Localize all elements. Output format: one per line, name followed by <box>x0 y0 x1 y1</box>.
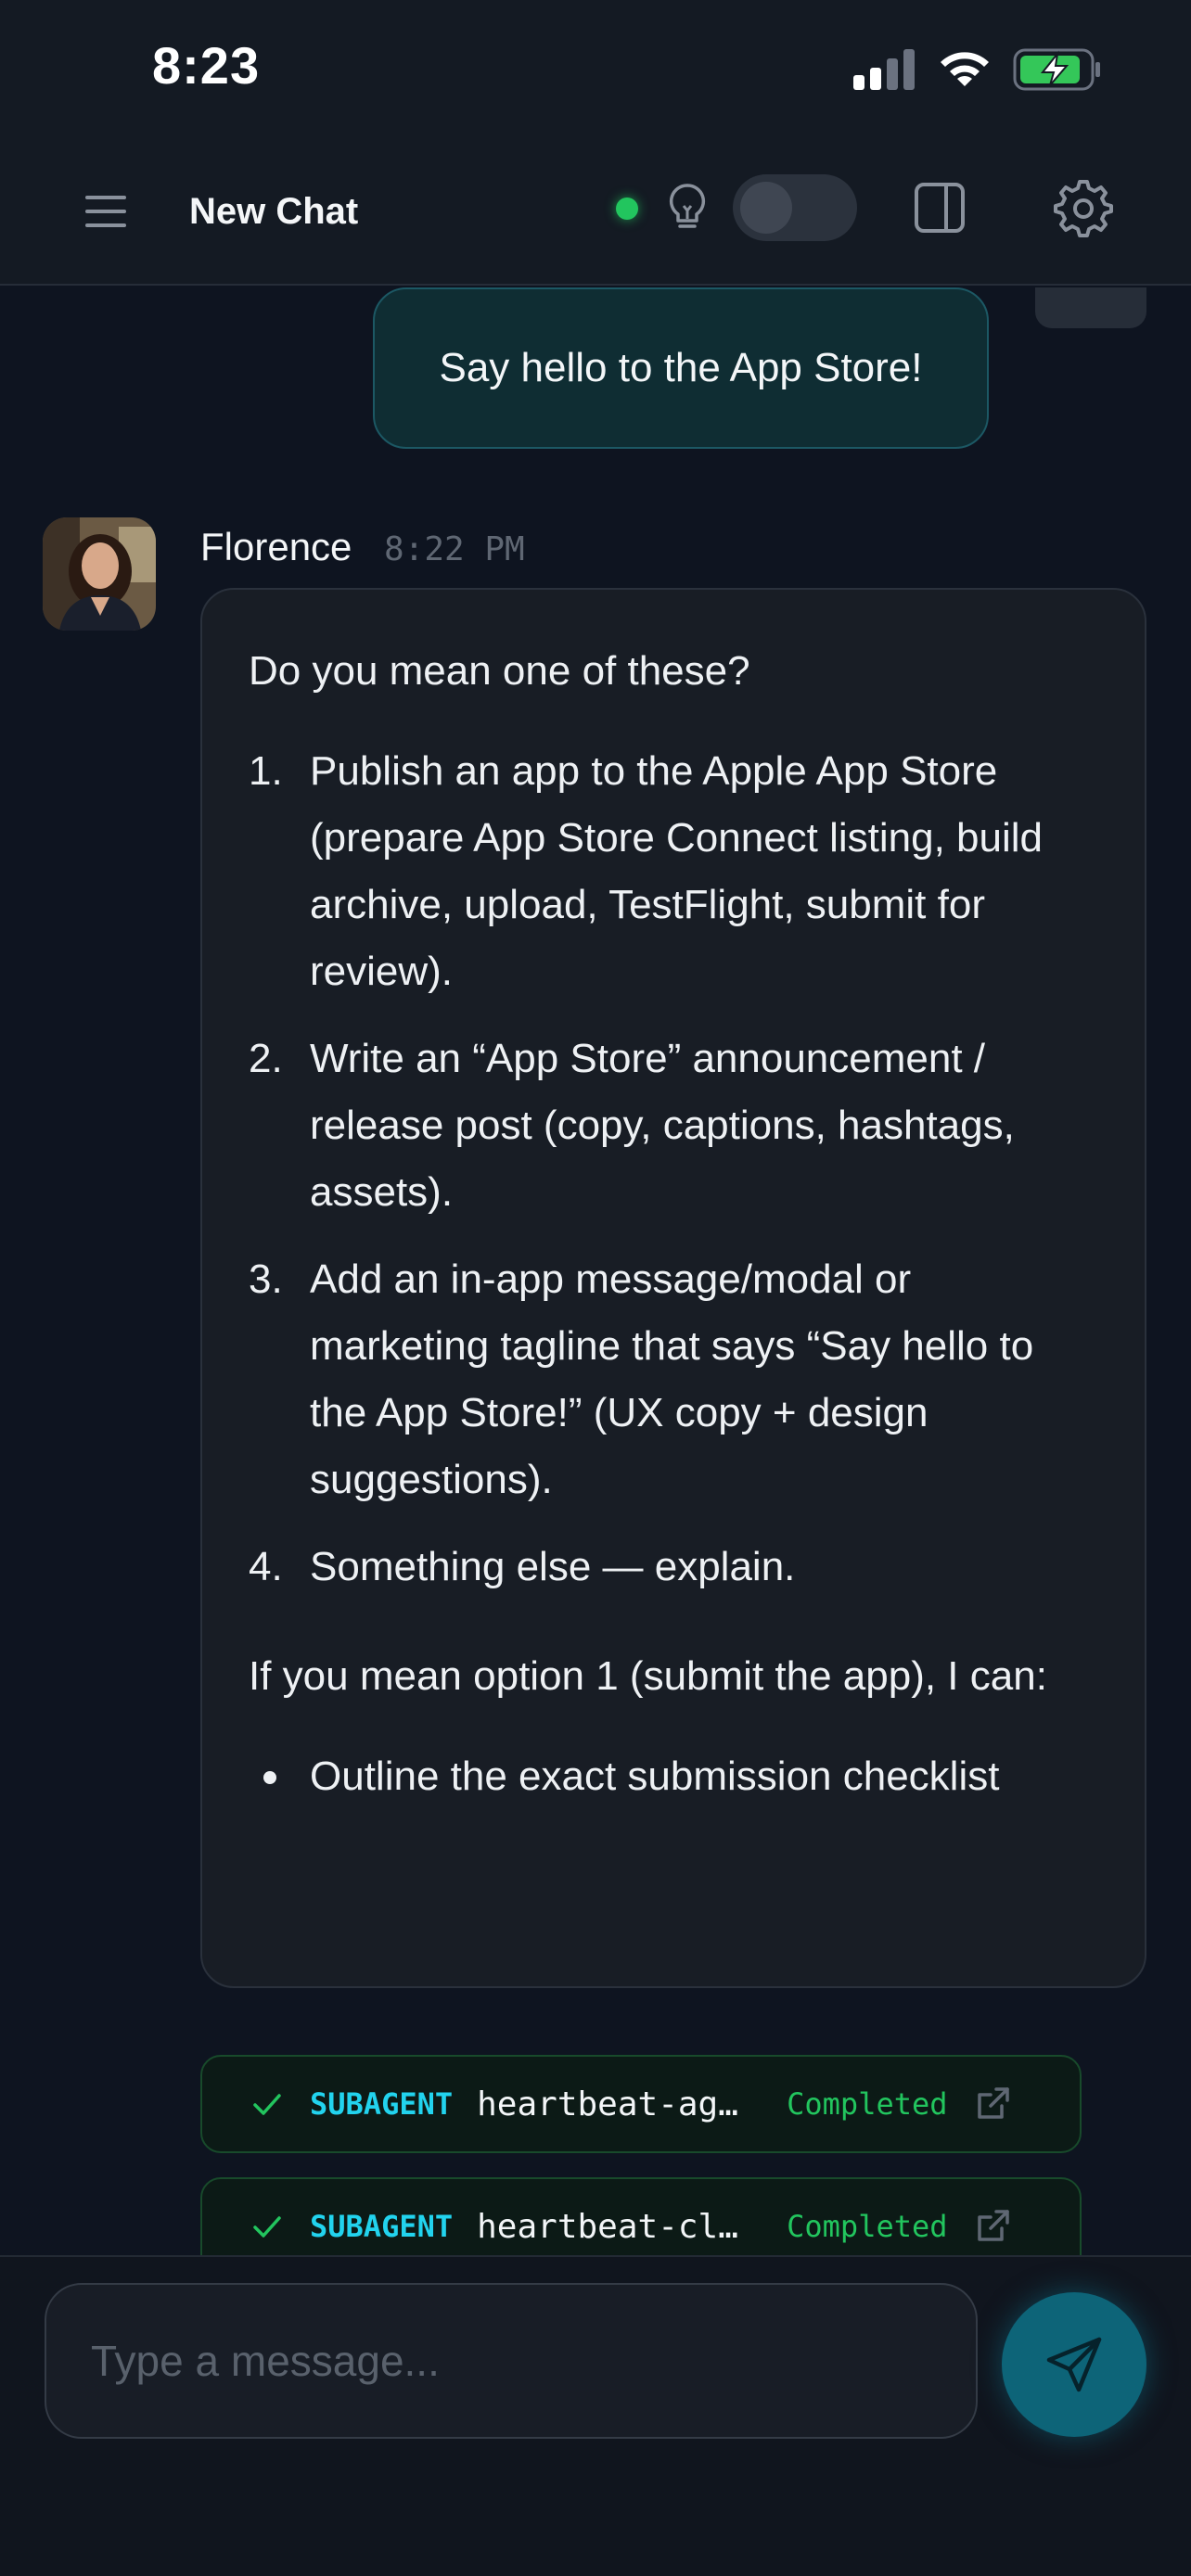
message-timestamp: 8:22 PM <box>384 530 525 568</box>
lightbulb-icon <box>669 184 706 228</box>
settings-button[interactable] <box>1054 178 1113 237</box>
mode-toggle[interactable] <box>733 174 857 241</box>
list-item: 1. Publish an app to the Apple App Store… <box>249 748 1044 994</box>
check-icon <box>253 2094 281 2115</box>
check-icon <box>253 2216 281 2238</box>
subagent-card[interactable]: SUBAGENT heartbeat-ag… Completed <box>200 2055 1082 2153</box>
status-icons <box>853 48 1102 91</box>
send-icon <box>1046 2337 1102 2392</box>
assistant-outro: If you mean option 1 (submit the app), I… <box>249 1653 1047 1699</box>
assistant-message-bubble: Do you mean one of these? 1. Publish an … <box>200 588 1146 1988</box>
online-status-dot <box>616 198 638 220</box>
assistant-intro: Do you mean one of these? <box>249 648 750 694</box>
battery-charging-icon <box>1013 48 1100 91</box>
sender-name: Florence <box>200 525 352 568</box>
toggle-knob <box>740 182 792 234</box>
subagent-name: heartbeat-cl… <box>477 2207 738 2246</box>
menu-icon <box>85 196 126 227</box>
external-link-icon[interactable] <box>974 2085 1011 2123</box>
external-link-icon[interactable] <box>974 2208 1011 2245</box>
subagent-tag: SUBAGENT <box>310 2086 454 2122</box>
send-button[interactable] <box>1002 2292 1146 2437</box>
status-bar: 8:23 <box>0 0 1191 139</box>
status-time: 8:23 <box>152 36 261 95</box>
user-message-bubble: Say hello to the App Store! <box>373 287 989 449</box>
thinking-button[interactable] <box>666 182 709 234</box>
list-item: 2. Write an “App Store” announcement / r… <box>249 1036 1015 1215</box>
bullet-list: Outline the exact submission checklist <box>249 1743 1098 1810</box>
list-item: 4. Something else — explain. <box>249 1544 796 1589</box>
avatar <box>43 517 156 631</box>
menu-button[interactable] <box>78 184 134 239</box>
wifi-icon <box>941 52 989 86</box>
scroll-indicator <box>1035 287 1146 328</box>
message-input[interactable] <box>45 2283 978 2439</box>
chat-header: New Chat <box>0 139 1191 286</box>
subagent-name: heartbeat-ag… <box>477 2085 738 2123</box>
options-list: 1. Publish an app to the Apple App Store… <box>249 738 1098 1600</box>
chat-title: New Chat <box>189 191 359 232</box>
gear-icon <box>1054 180 1113 237</box>
subagent-tag: SUBAGENT <box>310 2209 454 2244</box>
list-item: Outline the exact submission checklist <box>249 1743 1098 1810</box>
subagent-status: Completed <box>787 2209 948 2244</box>
chat-messages[interactable]: Say hello to the App Store! Florence 8:2… <box>0 287 1191 2255</box>
subagent-status: Completed <box>787 2086 948 2122</box>
message-composer <box>0 2255 1191 2576</box>
list-item: 3. Add an in-app message/modal or market… <box>249 1256 1034 1502</box>
sidebar-panel-icon <box>915 183 965 233</box>
sidebar-toggle-button[interactable] <box>913 180 968 236</box>
cellular-signal-icon <box>853 49 915 90</box>
subagent-card[interactable]: SUBAGENT heartbeat-cl… Completed <box>200 2177 1082 2255</box>
bullet-dot <box>263 1771 276 1784</box>
